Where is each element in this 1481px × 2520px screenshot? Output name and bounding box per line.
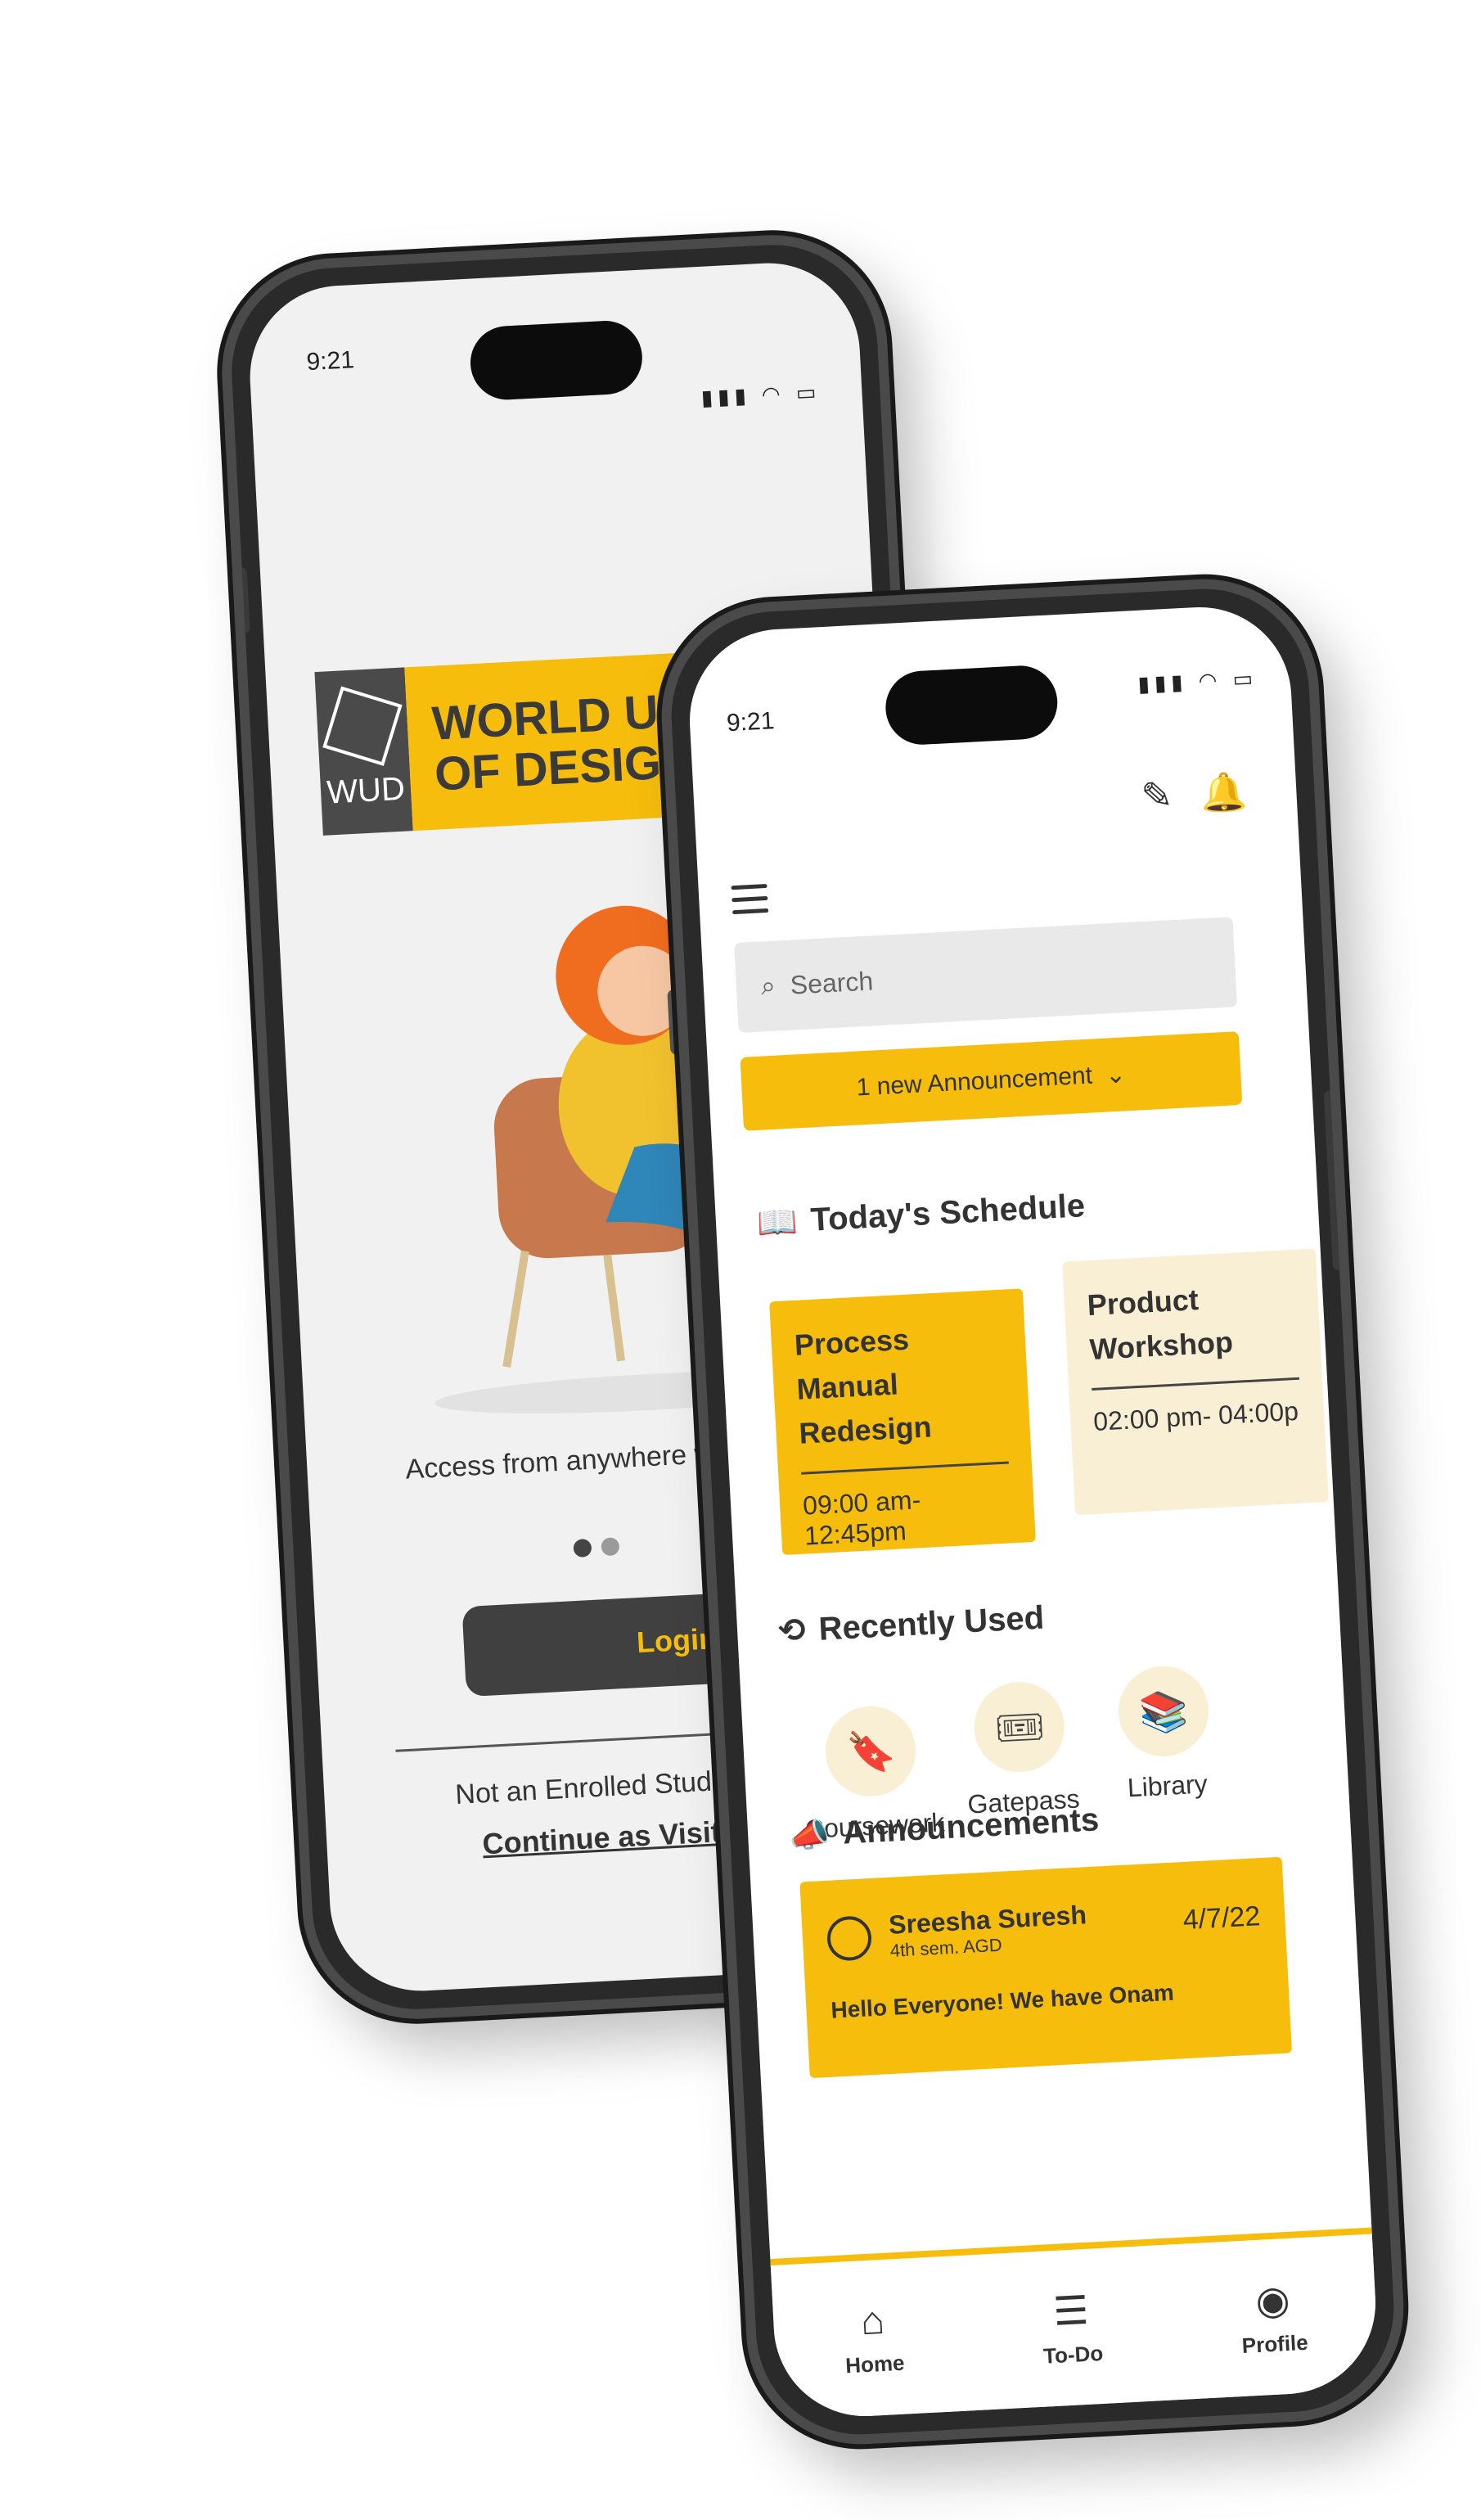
- status-icons: ▮▮▮ ◠ ▭: [1137, 665, 1258, 696]
- status-icons: ▮▮▮ ◠ ▭: [700, 379, 822, 410]
- side-button: [236, 567, 250, 633]
- announcement-bar-label: 1 new Announcement: [855, 1062, 1093, 1102]
- edit-icon[interactable]: ✎: [1140, 773, 1173, 819]
- schedule-title: 📖 Today's Schedule: [756, 1187, 1086, 1242]
- carousel-dot-active[interactable]: [573, 1538, 592, 1558]
- nav-todo[interactable]: ☰ To-Do: [1040, 2287, 1104, 2369]
- nav-label: Profile: [1240, 2329, 1309, 2358]
- history-icon: ⟲: [777, 1612, 807, 1650]
- front-phone-screen: 9:21 ▮▮▮ ◠ ▭ ✎ 🔔 ⌕ Search 1 new Announce…: [685, 602, 1380, 2421]
- card-divider: [801, 1461, 1009, 1475]
- front-phone-notch: [884, 664, 1060, 746]
- schedule-card-title: Product Workshop: [1086, 1283, 1234, 1367]
- side-button: [1323, 1089, 1345, 1271]
- not-enrolled-text: Not an Enrolled Studen: [454, 1764, 744, 1811]
- front-phone: 9:21 ▮▮▮ ◠ ▭ ✎ 🔔 ⌕ Search 1 new Announce…: [655, 573, 1410, 2450]
- status-time: 9:21: [305, 346, 355, 376]
- recently-used-label: Recently Used: [817, 1598, 1046, 1648]
- library-icon: 📚: [1116, 1664, 1211, 1759]
- nav-home[interactable]: ⌂ Home: [842, 2297, 905, 2379]
- schedule-card[interactable]: Process Manual Redesign 09:00 am- 12:45p…: [769, 1288, 1036, 1556]
- nav-profile[interactable]: ◉ Profile: [1239, 2275, 1309, 2358]
- logo-mark: WUD: [314, 667, 413, 836]
- schedule-card-time: 02:00 pm- 04:00p: [1092, 1395, 1299, 1436]
- recent-item-gatepass[interactable]: 🎟 Gatepass: [961, 1679, 1080, 1820]
- bottom-nav: ⌂ Home ☰ To-Do ◉ Profile: [770, 2227, 1380, 2421]
- top-actions: ✎ 🔔: [1140, 769, 1249, 819]
- bookmark-icon: 🔖: [823, 1703, 919, 1799]
- search-input[interactable]: ⌕ Search: [734, 917, 1238, 1033]
- schedule-card-time: 09:00 am- 12:45pm: [802, 1485, 922, 1551]
- profile-icon: ◉: [1254, 2278, 1291, 2324]
- carousel-dot[interactable]: [601, 1537, 620, 1557]
- avatar: [826, 1914, 873, 1962]
- book-icon: 📖: [755, 1203, 799, 1242]
- menu-icon[interactable]: [731, 876, 769, 922]
- status-time: 9:21: [726, 707, 776, 737]
- chevron-down-icon: ⌄: [1105, 1060, 1127, 1089]
- announcement-preview: Hello Everyone! We have Onam: [830, 1979, 1175, 2023]
- schedule-card-title: Process Manual Redesign: [793, 1322, 933, 1450]
- logo-hexagon-icon: [322, 685, 403, 766]
- search-icon: ⌕: [759, 970, 777, 1001]
- schedule-card[interactable]: Product Workshop 02:00 pm- 04:00p: [1062, 1248, 1329, 1516]
- announcement-header: Sreesha Suresh 4th sem. AGD 4/7/22: [826, 1891, 1262, 1965]
- announcement-author: Sreesha Suresh 4th sem. AGD: [888, 1900, 1088, 1962]
- carousel-dots[interactable]: [573, 1537, 620, 1558]
- todo-icon: ☰: [1051, 2288, 1090, 2334]
- announcement-card[interactable]: Sreesha Suresh 4th sem. AGD 4/7/22 Hello…: [799, 1856, 1293, 2079]
- recently-used-title: ⟲ Recently Used: [777, 1598, 1045, 1650]
- card-divider: [1092, 1377, 1300, 1391]
- announcement-dropdown[interactable]: 1 new Announcement ⌄: [740, 1031, 1243, 1131]
- ticket-icon: 🎟: [972, 1679, 1068, 1774]
- nav-label: Home: [844, 2350, 906, 2378]
- megaphone-icon: 📣: [788, 1816, 831, 1855]
- recent-item-label: Library: [1126, 1769, 1209, 1803]
- back-phone-notch: [468, 318, 645, 402]
- bell-icon[interactable]: 🔔: [1200, 769, 1249, 816]
- recent-item-library[interactable]: 📚 Library: [1116, 1664, 1213, 1804]
- continue-as-visitor-link[interactable]: Continue as Visito: [482, 1814, 740, 1861]
- home-icon: ⌂: [859, 2298, 886, 2344]
- search-placeholder: Search: [789, 965, 875, 1000]
- logo-mark-text: WUD: [326, 770, 406, 811]
- nav-label: To-Do: [1042, 2340, 1104, 2369]
- schedule-title-label: Today's Schedule: [809, 1188, 1087, 1238]
- announcement-date: 4/7/22: [1182, 1900, 1262, 1936]
